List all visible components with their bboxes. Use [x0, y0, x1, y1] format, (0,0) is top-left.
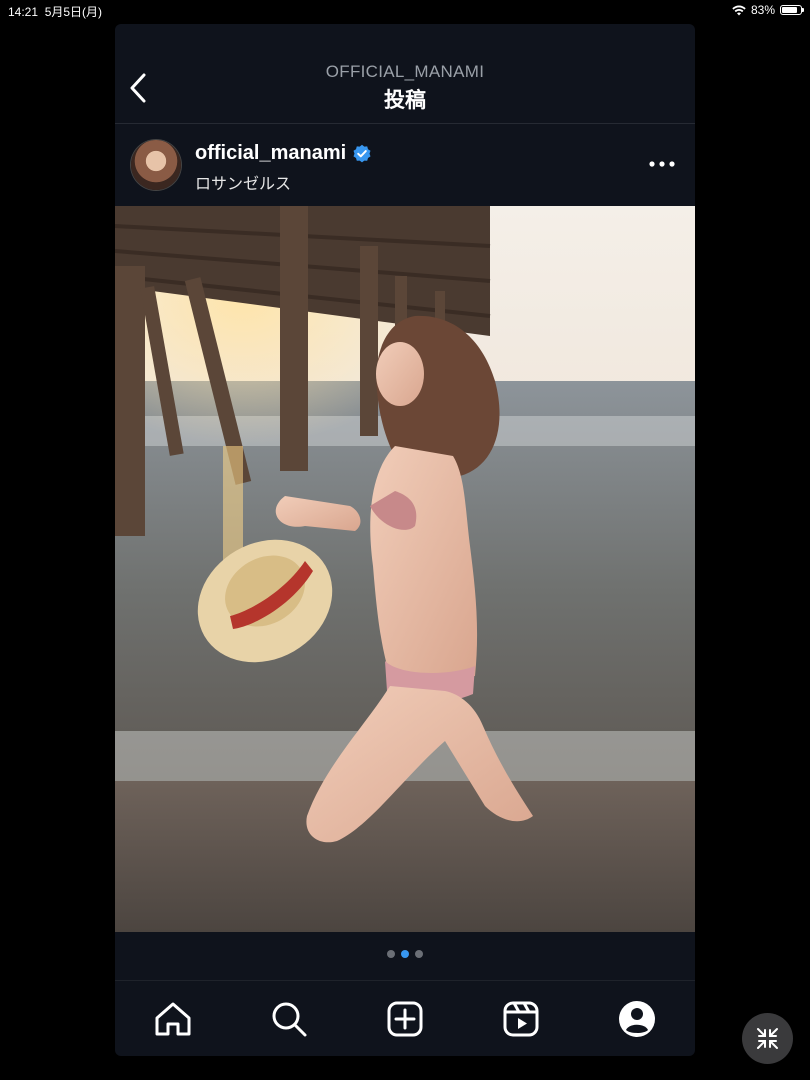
search-icon	[272, 1002, 307, 1037]
reels-icon	[503, 1001, 539, 1037]
bottom-tab-bar	[115, 980, 695, 1056]
carousel-dot	[415, 950, 423, 958]
battery-percent: 83%	[750, 3, 775, 17]
carousel-dot	[401, 950, 409, 958]
verified-badge-icon	[353, 144, 371, 162]
more-options-button[interactable]	[645, 152, 679, 176]
tab-home[interactable]	[153, 999, 193, 1039]
battery-level	[782, 7, 797, 13]
nav-account-name: OFFICIAL_MANAMI	[325, 62, 485, 81]
location-link[interactable]: ロサンゼルス	[195, 170, 291, 194]
avatar[interactable]	[131, 140, 181, 190]
profile-icon	[619, 1001, 655, 1037]
tab-create[interactable]	[385, 999, 425, 1039]
carousel-indicator	[115, 950, 695, 958]
page-title: 投稿	[384, 89, 426, 112]
tab-profile[interactable]	[617, 999, 657, 1039]
username-row: official_manami	[195, 142, 372, 165]
battery-icon	[780, 5, 804, 15]
status-right: 83%	[732, 3, 804, 17]
status-bar: 14:21 5月5日(月) 83%	[0, 0, 810, 22]
more-horizontal-icon	[649, 161, 675, 167]
home-icon	[155, 1002, 191, 1036]
instagram-post-window: OFFICIAL_MANAMI 投稿 official_manami ロサンゼル…	[115, 24, 695, 1056]
status-time: 14:21 5月5日(月)	[8, 5, 103, 19]
post-header: official_manami ロサンゼルス	[115, 124, 695, 206]
carousel-dot	[387, 950, 395, 958]
tab-search[interactable]	[269, 999, 309, 1039]
plus-square-icon	[387, 1001, 423, 1037]
nav-header: OFFICIAL_MANAMI 投稿	[115, 24, 695, 124]
username-link[interactable]: official_manami	[195, 142, 346, 165]
minimize-button[interactable]	[742, 1013, 793, 1064]
collapse-arrows-icon	[757, 1028, 778, 1049]
post-photo[interactable]	[115, 206, 695, 932]
wifi-icon	[732, 5, 746, 15]
tab-reels[interactable]	[501, 999, 541, 1039]
